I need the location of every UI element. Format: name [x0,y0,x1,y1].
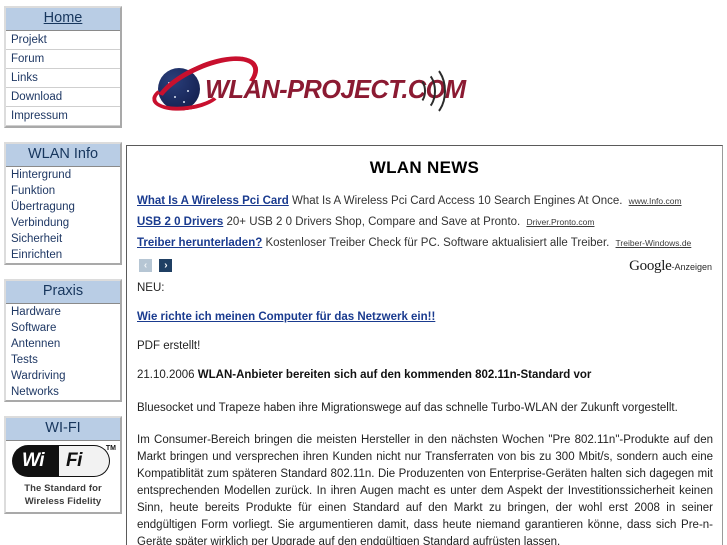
news-paragraph-1: Bluesocket und Trapeze haben ihre Migrat… [137,402,678,414]
sidebar-box-home-body: Projekt Forum Links Download Impressum [6,31,120,126]
sidebar-box-wifi-header: WI-FI [6,418,120,441]
sidebar-item-tests[interactable]: Tests [6,352,120,368]
sidebar: Home Projekt Forum Links Download Impres… [4,6,122,528]
ad-footer: ‹ › Google-Anzeigen [139,257,714,275]
site-logo[interactable]: WLAN-PROJECT.COM [145,43,470,133]
sidebar-box-praxis: Praxis Hardware Software Antennen Tests … [4,279,122,402]
sidebar-box-wlan-info: WLAN Info Hintergrund Funktion Übertragu… [4,142,122,265]
ad-url-link[interactable]: Treiber-Windows.de [616,238,692,248]
ad-item: USB 2 0 Drivers 20+ USB 2 0 Drivers Shop… [137,215,714,229]
sidebar-box-praxis-body: Hardware Software Antennen Tests Wardriv… [6,304,120,400]
page-title: WLAN NEWS [369,158,480,177]
trademark-icon: TM [105,445,116,452]
main-content-panel: WLAN NEWS What Is A Wireless Pci Card Wh… [126,145,723,545]
wifi-certified-logo-icon: Wi Fi TM [12,445,116,481]
news-paragraph-2: Im Consumer-Bereich bringen die meisten … [137,434,713,545]
ad-prev-arrow-icon[interactable]: ‹ [139,259,152,273]
ad-description: 20+ USB 2 0 Drivers Shop, Compare and Sa… [226,216,521,228]
news-new-label: NEU: [137,282,165,294]
sidebar-box-praxis-header: Praxis [6,281,120,304]
sidebar-item-forum[interactable]: Forum [6,50,120,69]
sidebar-box-wifi-body: Wi Fi TM The Standard for Wireless Fidel… [6,441,120,512]
ad-description: What Is A Wireless Pci Card Access 10 Se… [292,195,623,207]
ad-item: What Is A Wireless Pci Card What Is A Wi… [137,194,714,208]
news-date: 21.10.2006 [137,369,195,381]
sidebar-box-wlan-info-header: WLAN Info [6,144,120,167]
google-ads-suffix: -Anzeigen [671,262,712,272]
wifi-logo-text-fi: Fi [66,450,82,471]
page-root: Home Projekt Forum Links Download Impres… [0,0,727,545]
wifi-tagline-line2: Wireless Fidelity [24,496,102,507]
sidebar-item-funktion[interactable]: Funktion [6,183,120,199]
sidebar-box-praxis-title: Praxis [42,283,84,299]
google-wordmark: Google [629,258,672,274]
sidebar-item-home[interactable]: Home [6,8,120,31]
ad-url-link[interactable]: Driver.Pronto.com [526,217,594,227]
sidebar-box-home: Home Projekt Forum Links Download Impres… [4,6,122,128]
wifi-logo-text-wi: Wi [22,450,45,471]
sidebar-item-antennen[interactable]: Antennen [6,336,120,352]
sidebar-item-impressum[interactable]: Impressum [6,107,120,126]
ad-title-link[interactable]: Treiber herunterladen? [137,237,262,249]
ad-title-link[interactable]: USB 2 0 Drivers [137,216,223,228]
sidebar-item-verbindung[interactable]: Verbindung [6,215,120,231]
ad-next-arrow-icon[interactable]: › [159,259,173,273]
ad-description: Kostenloser Treiber Check für PC. Softwa… [265,237,610,249]
google-ads-branding[interactable]: Google-Anzeigen [629,257,712,275]
news-headline: WLAN-Anbieter bereiten sich auf den komm… [197,369,592,381]
ad-title-link[interactable]: What Is A Wireless Pci Card [137,195,289,207]
wifi-tagline-line1: The Standard for [24,483,102,494]
ad-url-link[interactable]: www.Info.com [629,196,682,206]
signal-waves-icon [408,60,466,118]
sidebar-item-einrichten[interactable]: Einrichten [6,247,120,263]
sidebar-item-hintergrund[interactable]: Hintergrund [6,167,120,183]
sidebar-item-download[interactable]: Download [6,88,120,107]
sidebar-item-sicherheit[interactable]: Sicherheit [6,231,120,247]
sidebar-box-home-title: Home [43,10,83,26]
sidebar-item-wardriving[interactable]: Wardriving [6,368,120,384]
sidebar-box-wifi-title: WI-FI [45,420,81,436]
signal-arc-3 [410,64,446,118]
sidebar-item-networks[interactable]: Networks [6,384,120,400]
sidebar-item-software[interactable]: Software [6,320,120,336]
news-pdf-note: PDF erstellt! [137,340,201,352]
news-featured-link[interactable]: Wie richte ich meinen Computer für das N… [137,311,714,323]
news-headline-row: 21.10.2006 WLAN-Anbieter bereiten sich a… [137,369,714,381]
sidebar-item-projekt[interactable]: Projekt [6,31,120,50]
ad-item: Treiber herunterladen? Kostenloser Treib… [137,236,714,250]
sidebar-item-uebertragung[interactable]: Übertragung [6,199,120,215]
sidebar-item-links[interactable]: Links [6,69,120,88]
sidebar-box-wlan-info-body: Hintergrund Funktion Übertragung Verbind… [6,167,120,263]
sidebar-box-wifi: WI-FI Wi Fi TM The Standard for Wireless… [4,416,122,514]
sidebar-box-wlan-info-title: WLAN Info [27,146,99,162]
advertisement-block: What Is A Wireless Pci Card What Is A Wi… [137,194,714,275]
sidebar-item-hardware[interactable]: Hardware [6,304,120,320]
